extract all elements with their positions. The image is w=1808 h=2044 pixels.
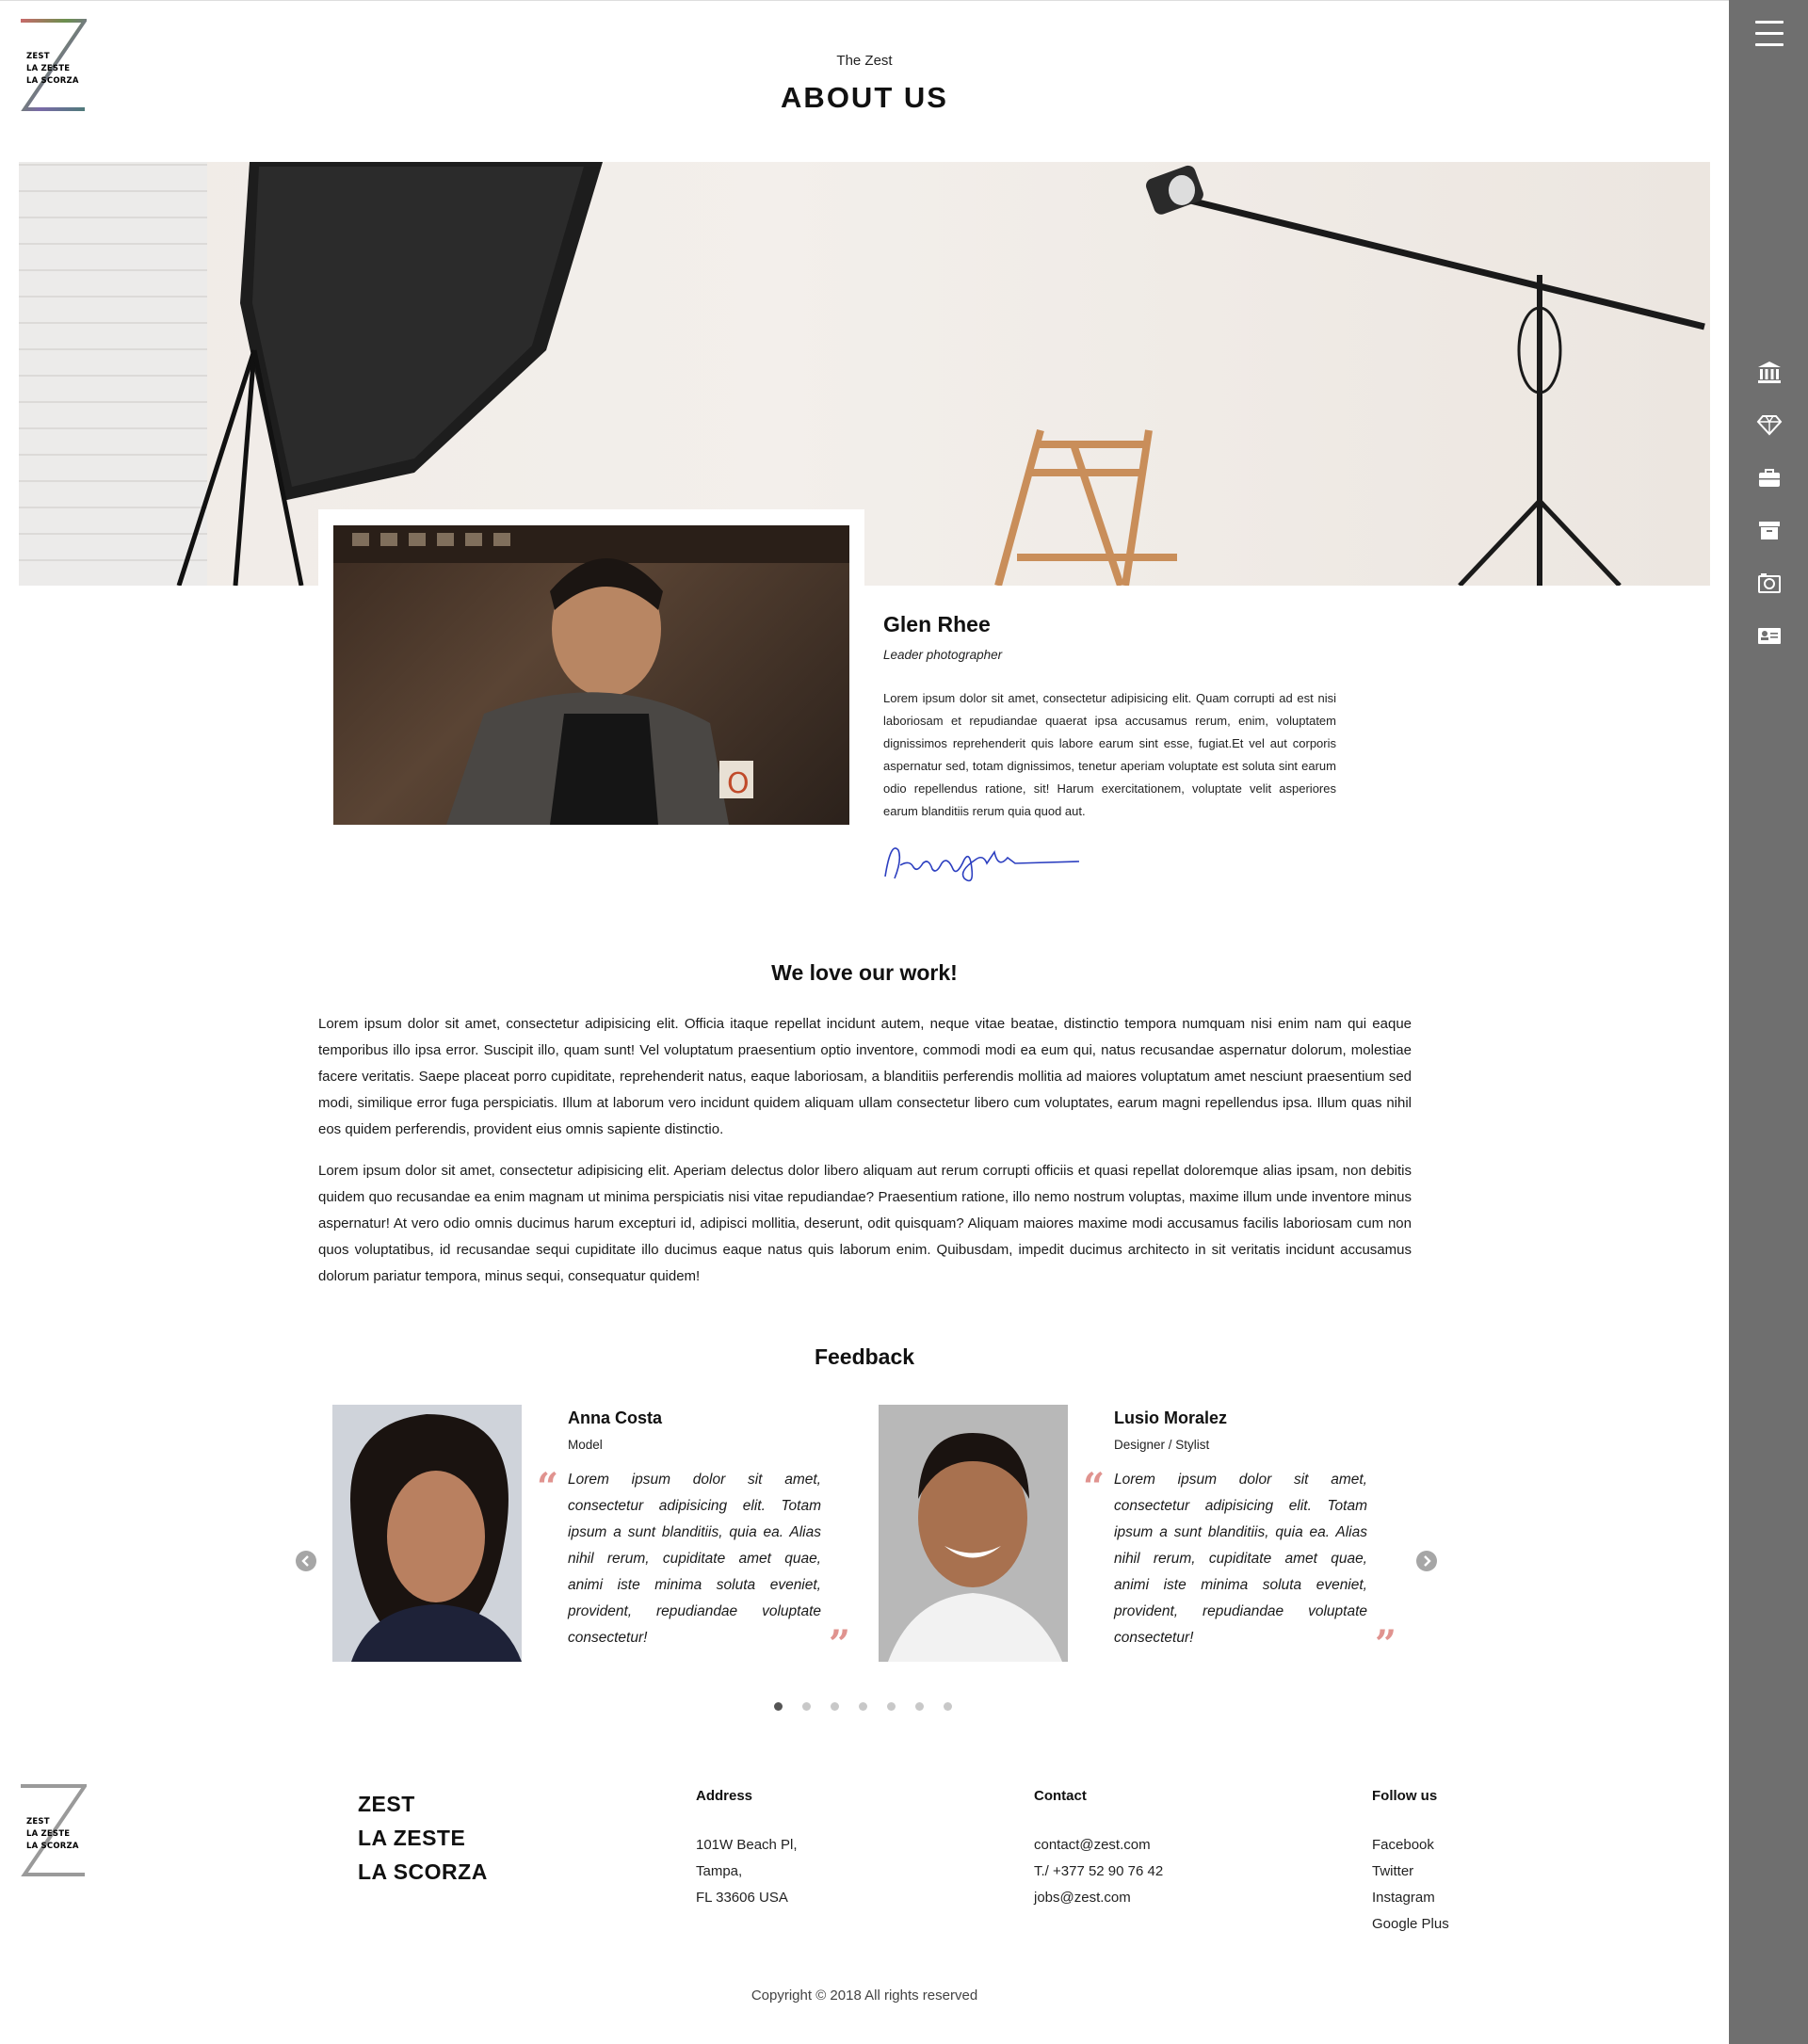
twitter-link[interactable]: Twitter: [1372, 1859, 1560, 1885]
chevron-right-icon: [1424, 1555, 1431, 1567]
sidebar-nav: [1755, 358, 1784, 674]
diamond-icon[interactable]: [1755, 410, 1784, 439]
facebook-link[interactable]: Facebook: [1372, 1832, 1560, 1859]
profile-bio: Lorem ipsum dolor sit amet, consectetur …: [883, 691, 1336, 818]
profile-name: Glen Rhee: [883, 612, 991, 636]
carousel-dot[interactable]: [802, 1702, 811, 1711]
footer-address-title: Address: [696, 1788, 753, 1804]
camera-icon[interactable]: [1755, 569, 1784, 597]
carousel-dot[interactable]: [944, 1702, 952, 1711]
footer-logo[interactable]: ZEST LA ZESTE LA SCORZA: [19, 1784, 87, 1878]
person-portrait-icon: [879, 1405, 1068, 1662]
profile-role: Leader photographer: [883, 648, 1003, 662]
svg-text:O: O: [727, 767, 750, 800]
carousel-pagination: [774, 1702, 972, 1711]
top-border: [0, 0, 1729, 1]
work-paragraph-1: Lorem ipsum dolor sit amet, consectetur …: [318, 1016, 1412, 1137]
google-plus-link[interactable]: Google Plus: [1372, 1911, 1560, 1938]
archive-icon[interactable]: [1755, 516, 1784, 544]
testimonial-role: Model: [568, 1438, 603, 1452]
close-quote-icon: ”: [1375, 1622, 1397, 1666]
open-quote-icon: “: [1083, 1465, 1106, 1509]
carousel-dot[interactable]: [915, 1702, 924, 1711]
footer-follow: Follow us Facebook Twitter Instagram Goo…: [1372, 1787, 1560, 1938]
sidebar: [1729, 0, 1808, 2044]
signature-image: [881, 831, 1081, 888]
logo-text: ZEST LA ZESTE LA SCORZA: [26, 1817, 79, 1851]
carousel-next-button[interactable]: [1416, 1551, 1437, 1571]
profile-photo: O: [333, 525, 849, 825]
testimonial-quote: Lorem ipsum dolor sit amet, consectetur …: [568, 1472, 821, 1646]
hero-studio-image: [19, 162, 1710, 586]
briefcase-icon[interactable]: [1755, 463, 1784, 491]
copyright: Copyright © 2018 All rights reserved: [751, 1988, 978, 2004]
close-quote-icon: ”: [829, 1622, 851, 1666]
carousel-dot[interactable]: [774, 1702, 783, 1711]
testimonial-photo: [332, 1405, 522, 1662]
work-heading: We love our work!: [771, 960, 958, 985]
testimonial-role: Designer / Stylist: [1114, 1438, 1210, 1452]
page-eyebrow: The Zest: [836, 53, 893, 69]
id-card-icon[interactable]: [1755, 621, 1784, 650]
studio-scene-illustration: [176, 162, 1705, 586]
footer-brand: ZEST LA ZESTE LA SCORZA: [358, 1792, 488, 1884]
testimonial-quote: Lorem ipsum dolor sit amet, consectetur …: [1114, 1472, 1367, 1646]
footer-contact-title: Contact: [1034, 1788, 1087, 1804]
open-quote-icon: “: [537, 1465, 559, 1509]
feedback-heading: Feedback: [814, 1344, 915, 1369]
jobs-email-link[interactable]: jobs@zest.com: [1034, 1885, 1222, 1911]
contact-email-link[interactable]: contact@zest.com: [1034, 1832, 1222, 1859]
footer-contact: Contact contact@zest.com T./ +377 52 90 …: [1034, 1787, 1222, 1911]
carousel-dot[interactable]: [831, 1702, 839, 1711]
contact-phone: T./ +377 52 90 76 42: [1034, 1863, 1164, 1879]
signature-icon: [884, 847, 1080, 882]
carousel-dot[interactable]: [887, 1702, 896, 1711]
footer-address: Address 101W Beach Pl, Tampa, FL 33606 U…: [696, 1787, 884, 1911]
page-title: ABOUT US: [781, 81, 948, 114]
footer-follow-title: Follow us: [1372, 1788, 1438, 1804]
testimonial-name: Anna Costa: [568, 1408, 663, 1427]
carousel-dot[interactable]: [859, 1702, 867, 1711]
testimonial-photo: [879, 1405, 1068, 1662]
person-portrait-icon: [332, 1405, 522, 1662]
bank-icon[interactable]: [1755, 358, 1784, 386]
person-portrait-icon: O: [333, 525, 849, 825]
instagram-link[interactable]: Instagram: [1372, 1885, 1560, 1911]
testimonial-name: Lusio Moralez: [1114, 1408, 1228, 1427]
work-paragraph-2: Lorem ipsum dolor sit amet, consectetur …: [318, 1163, 1412, 1284]
carousel-prev-button[interactable]: [296, 1551, 316, 1571]
hamburger-menu-button[interactable]: [1755, 21, 1784, 47]
chevron-left-icon: [301, 1555, 309, 1567]
